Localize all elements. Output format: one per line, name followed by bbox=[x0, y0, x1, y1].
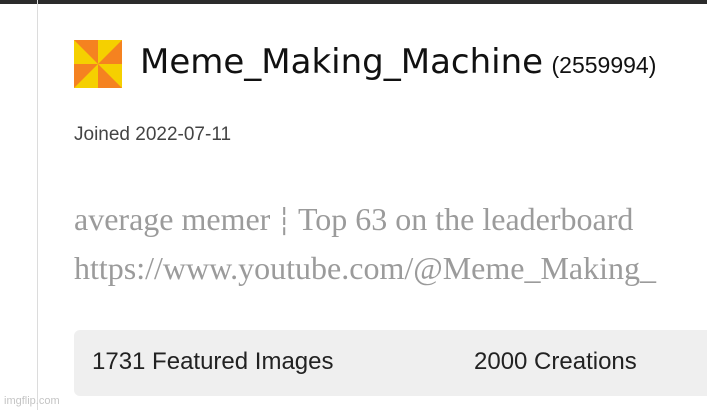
stats-bar: 1731 Featured Images 2000 Creations bbox=[74, 330, 707, 396]
points-count: (2559994) bbox=[551, 52, 657, 78]
user-bio: average memer ┆ Top 63 on the leaderboard … bbox=[74, 196, 707, 291]
username: Meme_Making_Machine bbox=[140, 42, 544, 82]
bio-rank-text: Top 63 on the leaderboard bbox=[297, 201, 634, 237]
avatar[interactable] bbox=[74, 40, 122, 88]
bio-text: average memer bbox=[74, 201, 271, 237]
creations-link[interactable]: 2000 Creations bbox=[474, 348, 637, 376]
bio-separator: ┆ bbox=[276, 207, 292, 236]
imgflip-watermark: imgflip.com bbox=[4, 395, 60, 407]
joined-date: Joined 2022-07-11 bbox=[74, 124, 232, 145]
pinwheel-avatar-icon bbox=[74, 40, 122, 88]
top-bar bbox=[0, 0, 707, 4]
featured-images-link[interactable]: 1731 Featured Images bbox=[92, 348, 334, 376]
username-row: Meme_Making_Machine (2559994) bbox=[140, 42, 656, 82]
left-divider bbox=[37, 0, 38, 410]
bio-line-1: average memer ┆ Top 63 on the leaderboard bbox=[74, 196, 707, 245]
bio-youtube-link[interactable]: https://www.youtube.com/@Meme_Making_ bbox=[74, 245, 707, 291]
